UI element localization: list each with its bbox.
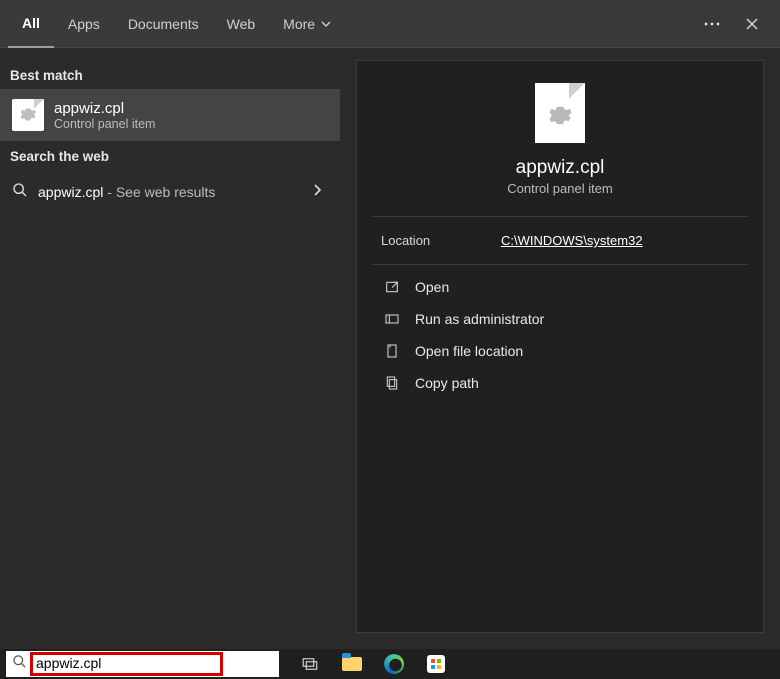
open-icon xyxy=(383,279,401,295)
taskbar-icons xyxy=(299,653,447,675)
search-web-section-label: Search the web xyxy=(0,141,340,170)
search-icon xyxy=(12,654,27,674)
taskbar-search-box[interactable] xyxy=(6,651,279,677)
action-open-location[interactable]: Open file location xyxy=(379,335,741,367)
task-view-icon[interactable] xyxy=(299,653,321,675)
action-run-admin-label: Run as administrator xyxy=(415,311,544,327)
shield-icon xyxy=(383,311,401,327)
preview-location-row: Location C:\WINDOWS\system32 xyxy=(377,217,743,264)
gear-icon xyxy=(19,105,37,128)
close-icon[interactable] xyxy=(732,17,772,31)
web-result-item[interactable]: appwiz.cpl - See web results xyxy=(0,170,340,213)
tab-more[interactable]: More xyxy=(269,0,345,47)
best-match-section-label: Best match xyxy=(0,60,340,89)
search-input-highlight xyxy=(30,652,223,676)
action-open-label: Open xyxy=(415,279,449,295)
preview-subtitle: Control panel item xyxy=(377,181,743,196)
copy-icon xyxy=(383,375,401,391)
best-match-title: appwiz.cpl xyxy=(54,100,155,117)
action-open-location-label: Open file location xyxy=(415,343,523,359)
tab-documents[interactable]: Documents xyxy=(114,0,213,47)
results-right-column: appwiz.cpl Control panel item Location C… xyxy=(340,48,780,649)
windows-search-panel: All Apps Documents Web More Best match xyxy=(0,0,780,649)
tab-apps[interactable]: Apps xyxy=(54,0,114,47)
microsoft-store-icon[interactable] xyxy=(425,653,447,675)
results-left-column: Best match appwiz.cpl Control panel item… xyxy=(0,48,340,649)
tab-all[interactable]: All xyxy=(8,1,54,48)
best-match-item[interactable]: appwiz.cpl Control panel item xyxy=(0,89,340,141)
preview-actions: Open Run as administrator Open file loca… xyxy=(377,265,743,405)
taskbar xyxy=(0,649,780,679)
search-icon xyxy=(12,182,28,201)
search-tabs: All Apps Documents Web More xyxy=(0,0,780,48)
preview-file-icon xyxy=(535,83,585,143)
tab-web[interactable]: Web xyxy=(213,0,270,47)
preview-title: appwiz.cpl xyxy=(377,157,743,179)
location-label: Location xyxy=(381,233,461,248)
location-value-link[interactable]: C:\WINDOWS\system32 xyxy=(501,233,643,248)
search-input[interactable] xyxy=(36,655,217,671)
tab-more-label: More xyxy=(283,16,315,32)
action-copy-path[interactable]: Copy path xyxy=(379,367,741,399)
gear-icon xyxy=(547,102,573,133)
file-explorer-icon[interactable] xyxy=(341,653,363,675)
preview-card: appwiz.cpl Control panel item Location C… xyxy=(356,60,764,633)
action-open[interactable]: Open xyxy=(379,271,741,303)
action-copy-path-label: Copy path xyxy=(415,375,479,391)
more-options-icon[interactable] xyxy=(692,22,732,26)
best-match-subtitle: Control panel item xyxy=(54,117,155,131)
web-result-tail: - See web results xyxy=(103,184,215,200)
web-result-term: appwiz.cpl xyxy=(38,184,103,200)
chevron-down-icon xyxy=(321,16,331,32)
cpl-file-icon xyxy=(12,99,44,131)
action-run-admin[interactable]: Run as administrator xyxy=(379,303,741,335)
edge-icon[interactable] xyxy=(383,653,405,675)
chevron-right-icon xyxy=(312,183,328,200)
folder-icon xyxy=(383,343,401,359)
